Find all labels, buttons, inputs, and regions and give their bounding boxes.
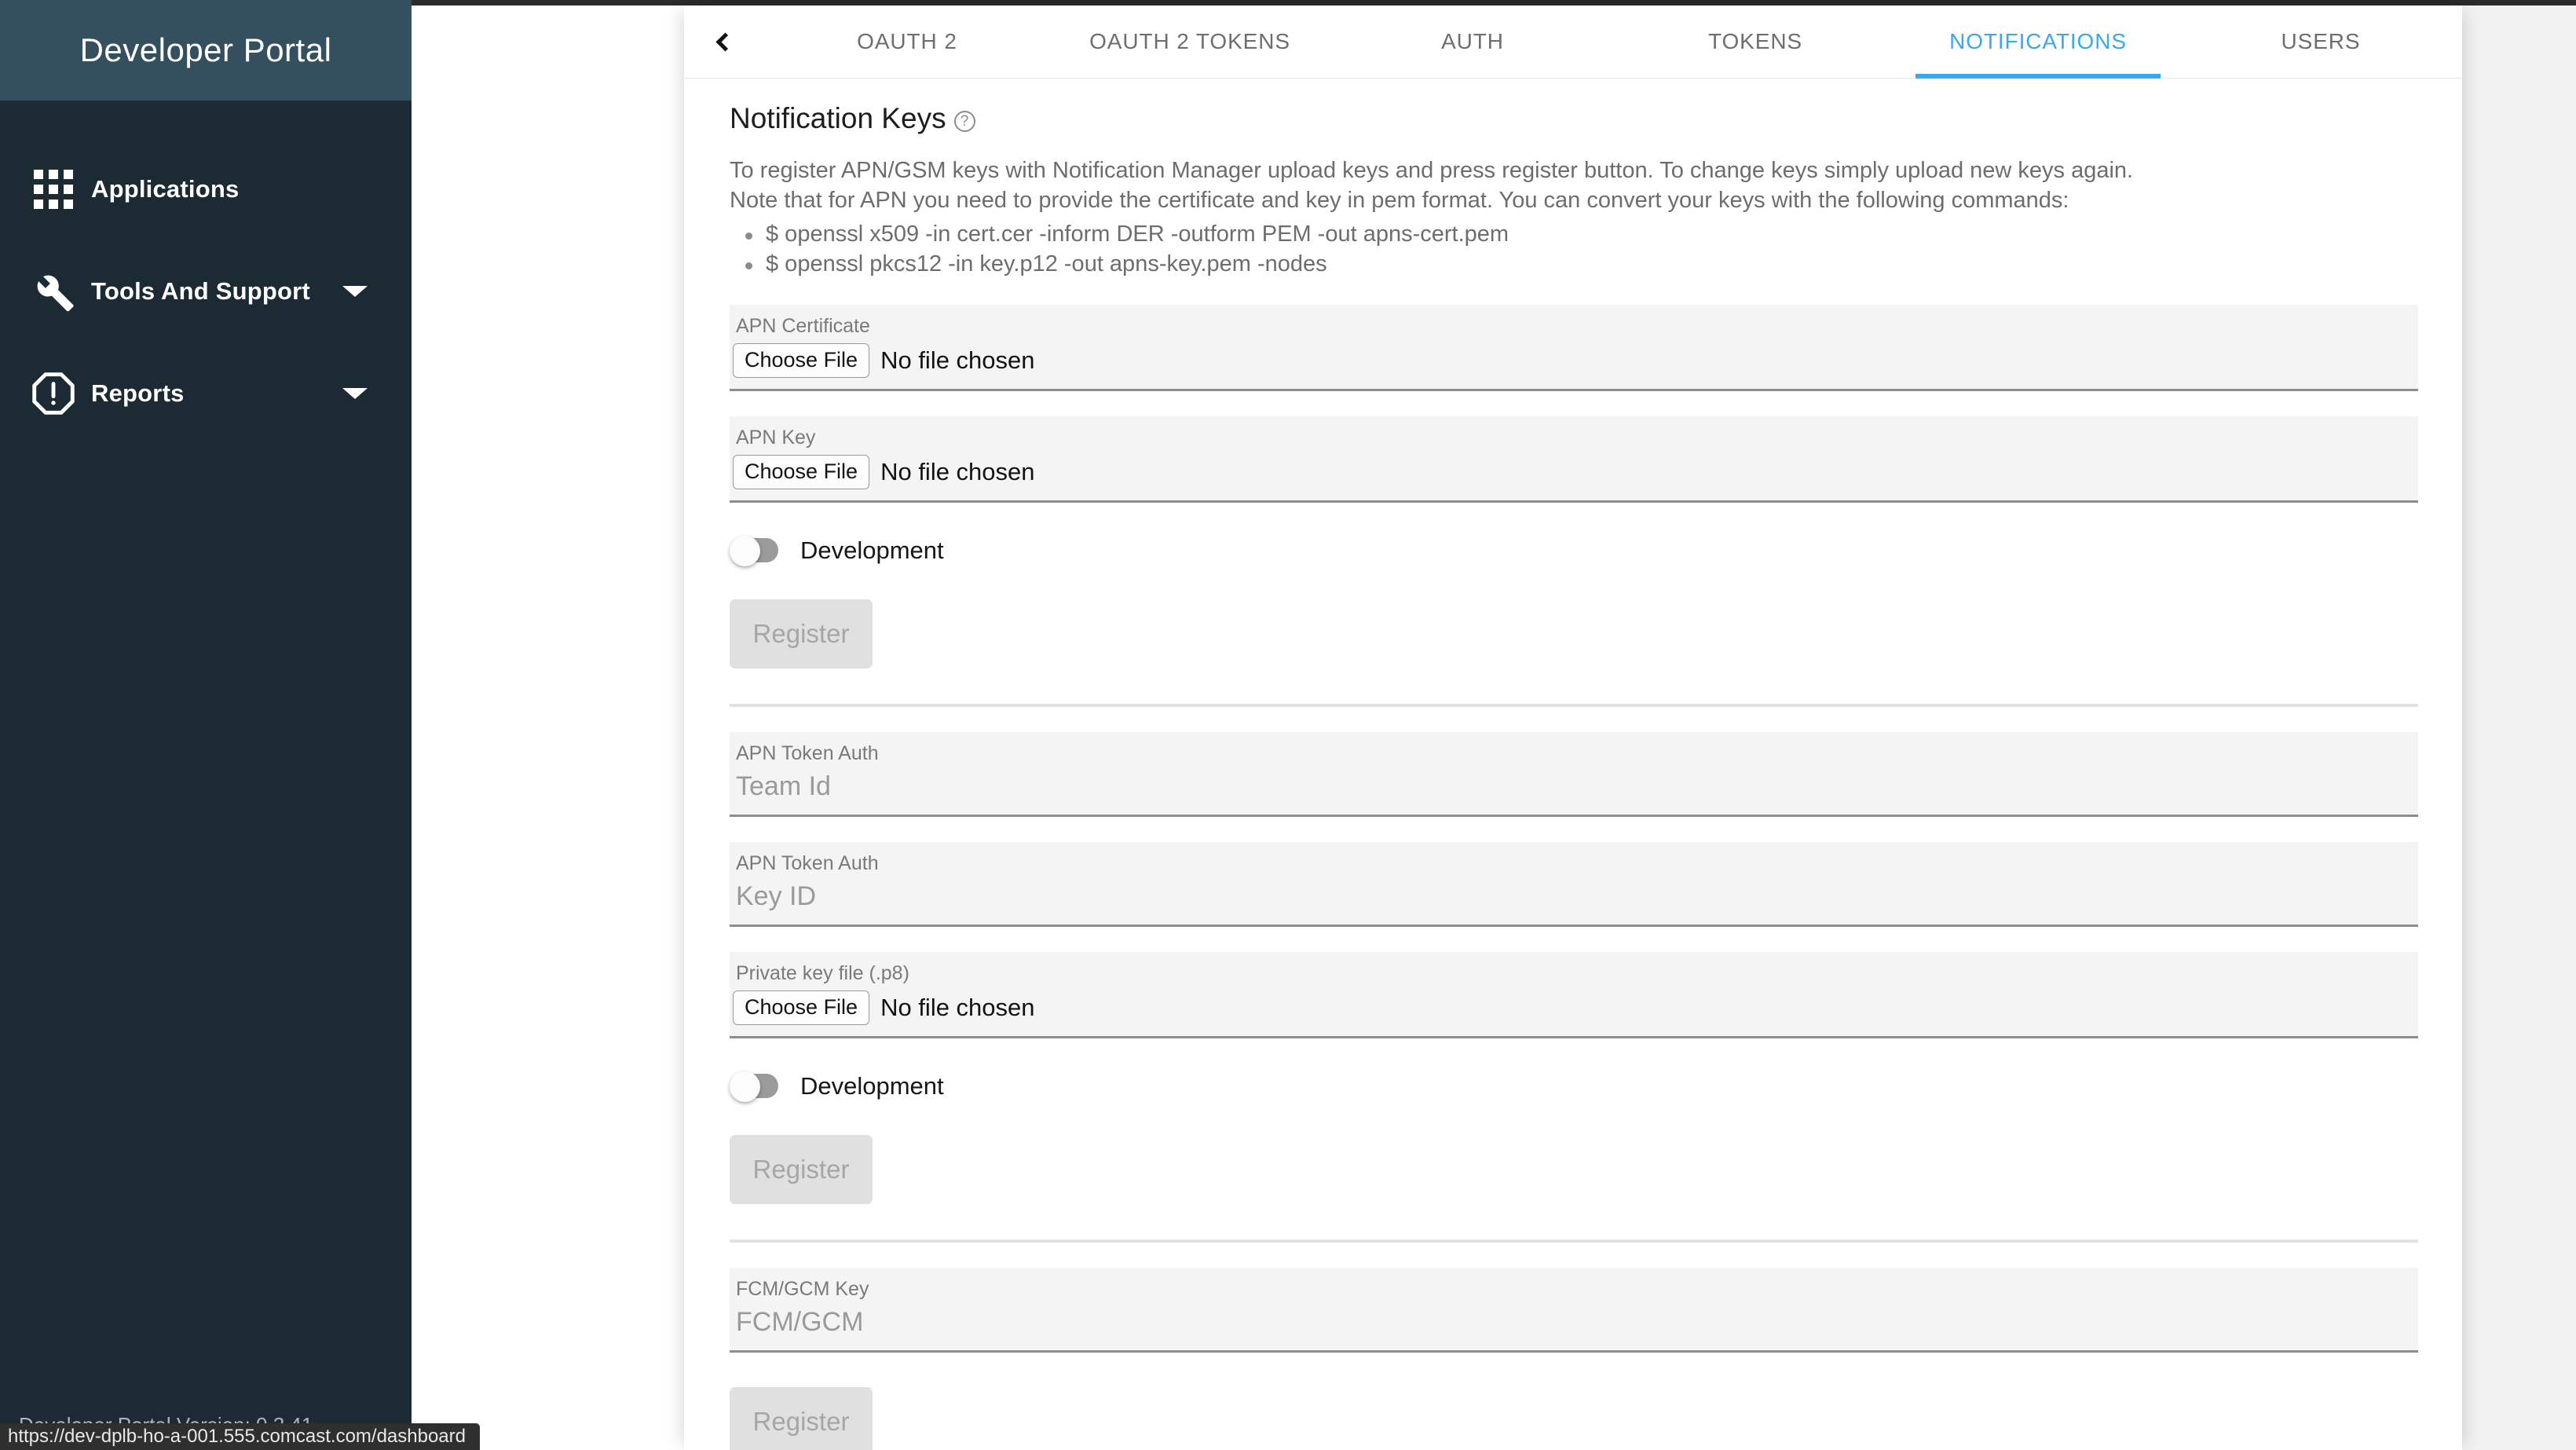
register-button-token[interactable]: Register: [730, 1135, 873, 1205]
team-id-input[interactable]: Team Id: [733, 765, 2418, 807]
sidebar-header: Developer Portal: [0, 0, 412, 101]
status-bar-url: https://dev-dplb-ho-a-001.555.comcast.co…: [0, 1423, 480, 1450]
app-root: Developer Portal Applications Tools And …: [0, 0, 2576, 1450]
tab-auth[interactable]: AUTH: [1331, 5, 1614, 79]
file-status-text: No file chosen: [880, 994, 1035, 1022]
sidebar: Developer Portal Applications Tools And …: [0, 0, 412, 1450]
key-id-input[interactable]: Key ID: [733, 875, 2418, 917]
tab-label: OAUTH 2 TOKENS: [1089, 29, 1290, 53]
browser-top-strip: [412, 0, 2576, 5]
tab-label: NOTIFICATIONS: [1949, 29, 2127, 53]
page-title: Notification Keys ?: [730, 102, 2418, 135]
private-key-file-input[interactable]: Choose File No file chosen: [733, 985, 2418, 1028]
sidebar-nav: Applications Tools And Support Reports: [0, 101, 412, 445]
apn-certificate-label: APN Certificate: [736, 315, 870, 338]
tab-users[interactable]: USERS: [2179, 5, 2462, 79]
apn-key-field: APN Key Choose File No file chosen: [730, 416, 2418, 503]
tab-label: OAUTH 2: [857, 29, 957, 53]
sidebar-item-tools-and-support[interactable]: Tools And Support: [0, 240, 412, 342]
apn-certificate-field: APN Certificate Choose File No file chos…: [730, 305, 2418, 392]
file-status-text: No file chosen: [880, 346, 1035, 375]
chevron-left-icon: [715, 31, 735, 52]
development-toggle-label: Development: [800, 1071, 944, 1100]
section-divider: [730, 704, 2418, 708]
back-button[interactable]: [684, 31, 766, 52]
apn-token-team-field: APN Token Auth Team Id: [730, 732, 2418, 818]
grid-icon: [16, 170, 91, 209]
sidebar-item-applications[interactable]: Applications: [0, 138, 412, 240]
apn-token-key-label: APN Token Auth: [736, 852, 879, 875]
sidebar-item-label: Reports: [91, 379, 185, 407]
tab-label: AUTH: [1441, 29, 1504, 53]
command-item: $ openssl x509 -in cert.cer -inform DER …: [730, 219, 2418, 250]
sidebar-item-reports[interactable]: Reports: [0, 342, 412, 445]
page-title-text: Notification Keys: [730, 102, 946, 134]
fcm-gcm-field: FCM/GCM Key FCM/GCM: [730, 1268, 2418, 1353]
sidebar-item-label: Tools And Support: [91, 277, 310, 305]
app-title: Developer Portal: [79, 31, 332, 68]
section-divider: [730, 1239, 2418, 1243]
tab-oauth2[interactable]: OAUTH 2: [766, 5, 1048, 79]
notifications-panel: Notification Keys ? To register APN/GSM …: [684, 79, 2462, 1450]
choose-file-button[interactable]: Choose File: [733, 343, 870, 379]
file-status-text: No file chosen: [880, 458, 1035, 486]
tab-tokens[interactable]: TOKENS: [1614, 5, 1897, 79]
choose-file-button[interactable]: Choose File: [733, 455, 870, 490]
apn-certificate-file-input[interactable]: Choose File No file chosen: [733, 338, 2418, 381]
tab-label: USERS: [2281, 29, 2361, 53]
content-card: OAUTH 2 OAUTH 2 TOKENS AUTH TOKENS NOTIF…: [684, 5, 2462, 1450]
choose-file-button[interactable]: Choose File: [733, 990, 870, 1026]
tab-list: OAUTH 2 OAUTH 2 TOKENS AUTH TOKENS NOTIF…: [766, 5, 2462, 79]
command-list: $ openssl x509 -in cert.cer -inform DER …: [730, 219, 2418, 280]
chevron-down-icon: [342, 388, 368, 399]
tab-oauth2-tokens[interactable]: OAUTH 2 TOKENS: [1048, 5, 1331, 79]
tab-bar: OAUTH 2 OAUTH 2 TOKENS AUTH TOKENS NOTIF…: [684, 5, 2462, 79]
development-toggle[interactable]: [730, 536, 778, 567]
development-toggle[interactable]: [730, 1071, 778, 1103]
private-key-file-field: Private key file (.p8) Choose File No fi…: [730, 952, 2418, 1039]
command-item: $ openssl pkcs12 -in key.p12 -out apns-k…: [730, 249, 2418, 280]
development-toggle-row-1: Development: [730, 536, 2418, 567]
fcm-gcm-input[interactable]: FCM/GCM: [733, 1301, 2418, 1342]
tab-notifications[interactable]: NOTIFICATIONS: [1897, 5, 2179, 79]
apn-key-file-input[interactable]: Choose File No file chosen: [733, 449, 2418, 492]
register-button-apn[interactable]: Register: [730, 599, 873, 669]
question-circle-icon[interactable]: ?: [953, 110, 975, 132]
apn-key-label: APN Key: [736, 427, 816, 449]
register-button-fcm[interactable]: Register: [730, 1387, 873, 1450]
sidebar-item-label: Applications: [91, 175, 240, 203]
right-gutter: [2462, 5, 2576, 1450]
tab-label: TOKENS: [1707, 29, 1803, 53]
chevron-down-icon: [342, 286, 368, 297]
description-line-1: To register APN/GSM keys with Notificati…: [730, 158, 2134, 183]
description-line-2: Note that for APN you need to provide th…: [730, 188, 2069, 214]
apn-token-key-field: APN Token Auth Key ID: [730, 842, 2418, 928]
development-toggle-label: Development: [800, 536, 944, 564]
status-url-text: https://dev-dplb-ho-a-001.555.comcast.co…: [8, 1426, 466, 1447]
wrench-icon: [16, 267, 91, 316]
alert-octagon-icon: [16, 369, 91, 418]
fcm-gcm-label: FCM/GCM Key: [736, 1278, 869, 1301]
development-toggle-row-2: Development: [730, 1071, 2418, 1103]
private-key-file-label: Private key file (.p8): [736, 962, 909, 985]
apn-token-team-label: APN Token Auth: [736, 742, 879, 765]
